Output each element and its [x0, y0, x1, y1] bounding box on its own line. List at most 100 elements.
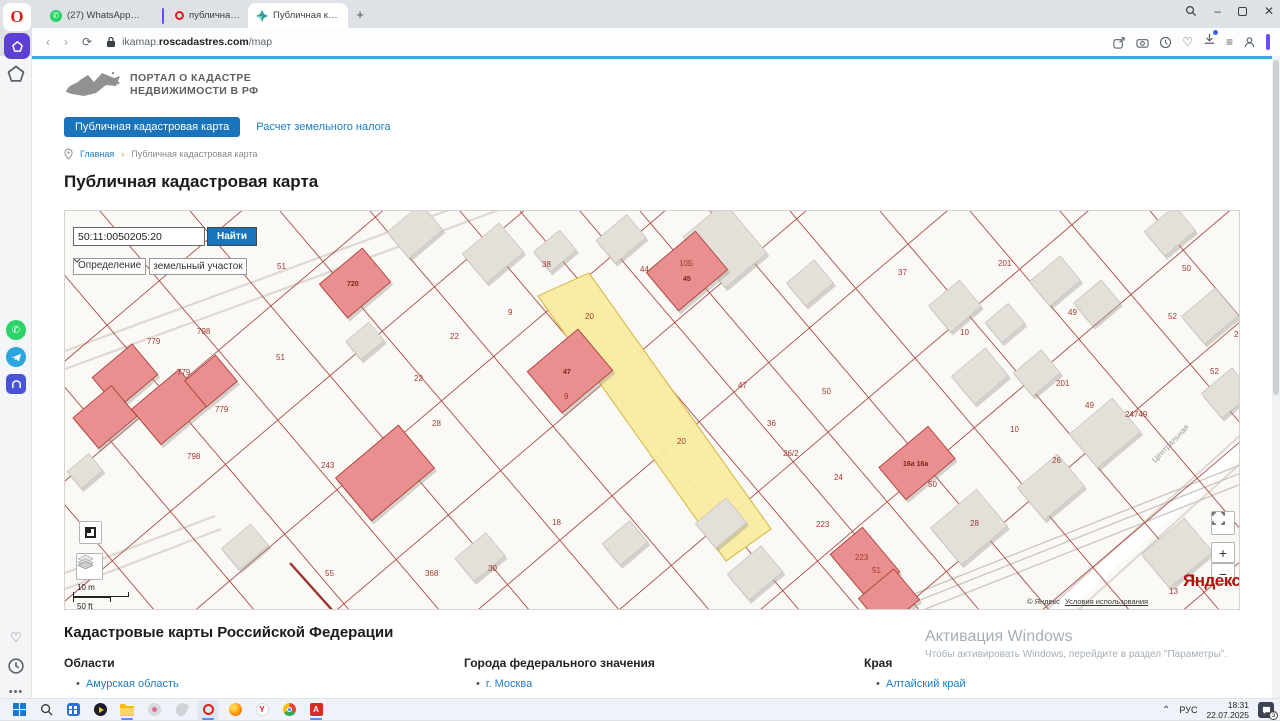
likes-icon[interactable]: ♡: [6, 628, 26, 648]
aria-ai-button[interactable]: [4, 33, 30, 59]
svg-text:24: 24: [834, 473, 843, 482]
svg-text:45: 45: [683, 276, 691, 283]
close-button[interactable]: ✕: [1264, 4, 1274, 18]
language-indicator[interactable]: РУС: [1179, 705, 1197, 715]
tab-cadastre-1[interactable]: публичная кадастровая: [150, 3, 248, 28]
menu-icon[interactable]: ≡: [1226, 35, 1233, 49]
breadcrumb: Главная › Публичная кадастровая карта: [64, 148, 257, 160]
snapshot-icon[interactable]: [1136, 36, 1149, 49]
maximize-button[interactable]: [1237, 6, 1247, 16]
site-nav: Публичная кадастровая карта Расчет земел…: [64, 117, 391, 137]
tab-label: (27) WhatsApp Business: [67, 10, 142, 21]
profile-icon[interactable]: [1243, 36, 1256, 49]
tray-expand-icon[interactable]: ⌃: [1162, 705, 1170, 716]
share-icon[interactable]: [1113, 36, 1126, 49]
footer-link-altai[interactable]: Алтайский край: [876, 678, 966, 690]
yandex-logo[interactable]: Яндекс: [1183, 571, 1239, 591]
history-clock-icon[interactable]: [6, 656, 26, 676]
tab-cadastre-active[interactable]: Публичная кадастровая: [248, 3, 348, 28]
map-search: Найти: [73, 227, 257, 246]
find-button[interactable]: Найти: [207, 227, 257, 246]
svg-text:51: 51: [277, 262, 286, 271]
nav-land-tax-link[interactable]: Расчет земельного налога: [256, 121, 390, 133]
breadcrumb-current: Публичная кадастровая карта: [131, 149, 258, 159]
photos-app-icon[interactable]: [143, 700, 165, 720]
svg-text:201: 201: [998, 259, 1012, 268]
tab-whatsapp[interactable]: ✆ (27) WhatsApp Business: [42, 3, 150, 28]
chrome-icon[interactable]: [278, 700, 300, 720]
feather-app-icon[interactable]: [170, 700, 192, 720]
download-badge: [1212, 30, 1218, 35]
terms-link[interactable]: Условия использования: [1065, 597, 1148, 606]
watermark-title: Активация Windows: [925, 628, 1073, 645]
minimize-button[interactable]: –: [1214, 4, 1221, 18]
reload-button[interactable]: ⟳: [82, 35, 92, 49]
page-top-accent: [32, 56, 1272, 59]
site-logo[interactable]: ПОРТАЛ О КАДАСТРЕ НЕДВИЖИМОСТИ В РФ: [64, 70, 258, 100]
svg-text:26/2: 26/2: [783, 449, 799, 458]
windows-activation-watermark: Активация Windows Чтобы активировать Win…: [925, 628, 1227, 660]
extent-button[interactable]: [79, 521, 102, 544]
svg-text:36: 36: [767, 419, 776, 428]
footer-link-amur[interactable]: Амурская область: [76, 678, 179, 690]
svg-text:44: 44: [640, 265, 649, 274]
pinboard-icon[interactable]: [6, 64, 26, 84]
whatsapp-sidebar-icon[interactable]: ✆: [6, 320, 26, 340]
notification-icon[interactable]: 3: [1258, 702, 1278, 720]
layers-button[interactable]: [76, 553, 103, 580]
footer-link-moscow[interactable]: г. Москва: [476, 678, 532, 690]
url-domain: roscadastres.com: [158, 36, 249, 48]
whatsapp-icon: ✆: [50, 9, 62, 22]
page-scrollbar[interactable]: [1272, 56, 1280, 698]
tray-date: 22.07.2025: [1206, 710, 1249, 720]
nav-public-map-button[interactable]: Публичная кадастровая карта: [64, 117, 241, 137]
sidebar-toggle[interactable]: [1266, 34, 1270, 50]
logo-line1: ПОРТАЛ О КАДАСТРЕ: [130, 72, 252, 84]
fullscreen-button[interactable]: [1211, 511, 1235, 535]
new-tab-button[interactable]: +: [352, 7, 368, 23]
svg-text:55: 55: [325, 569, 334, 578]
download-icon[interactable]: [1203, 30, 1218, 51]
address-bar: ‹ › ⟳ ikamap.roscadastres.com/map ♡ ≡: [32, 28, 1280, 56]
tray-time: 18:31: [1227, 700, 1249, 710]
cadastral-map[interactable]: Центральная 720 16а 16а 45 47 51 798 779 779 77…: [64, 210, 1240, 610]
svg-text:24749: 24749: [1125, 410, 1148, 419]
firefox-icon[interactable]: [224, 700, 246, 720]
svg-text:28: 28: [432, 419, 441, 428]
yellow-circle-app-icon[interactable]: [89, 700, 111, 720]
yandex-browser-icon[interactable]: Y: [251, 700, 273, 720]
vk-messenger-sidebar-icon[interactable]: [6, 374, 26, 394]
web-page: ПОРТАЛ О КАДАСТРЕ НЕДВИЖИМОСТИ В РФ Публи…: [32, 56, 1272, 698]
taskbar-opera-icon[interactable]: [197, 699, 219, 720]
scrollbar-thumb[interactable]: [1273, 60, 1279, 395]
svg-text:16а 16а: 16а 16а: [903, 461, 928, 468]
zoom-in-button[interactable]: +: [1211, 542, 1235, 563]
cadastral-number-input[interactable]: [73, 227, 205, 246]
footer-col-cities: Города федерального значения: [464, 656, 655, 670]
object-type-select[interactable]: земельный участок: [73, 258, 247, 275]
acrobat-icon[interactable]: A: [305, 700, 327, 720]
svg-text:37: 37: [898, 268, 907, 277]
breadcrumb-home[interactable]: Главная: [80, 149, 114, 159]
svg-text:28: 28: [970, 519, 979, 528]
lock-icon: [107, 36, 116, 47]
svg-text:9: 9: [564, 392, 569, 401]
forward-button[interactable]: ›: [64, 35, 68, 49]
logo-line2: НЕДВИЖИМОСТИ В РФ: [130, 85, 259, 97]
start-button[interactable]: [8, 700, 30, 720]
svg-text:223: 223: [816, 520, 830, 529]
bookmark-heart-icon[interactable]: ♡: [1182, 35, 1193, 49]
search-window-icon[interactable]: [1185, 5, 1197, 17]
svg-text:798: 798: [187, 452, 201, 461]
shield-icon[interactable]: [1159, 36, 1172, 49]
svg-text:223: 223: [855, 553, 869, 562]
back-button[interactable]: ‹: [46, 35, 50, 49]
grid-app-icon[interactable]: [62, 700, 84, 720]
telegram-sidebar-icon[interactable]: [6, 347, 26, 367]
opera-logo-icon[interactable]: O: [3, 3, 31, 31]
svg-text:798: 798: [197, 327, 211, 336]
url-field[interactable]: ikamap.roscadastres.com/map: [106, 36, 1113, 48]
file-explorer-icon[interactable]: [116, 700, 138, 720]
taskbar-search-icon[interactable]: [35, 700, 57, 720]
clock[interactable]: 18:31 22.07.2025: [1206, 700, 1249, 720]
